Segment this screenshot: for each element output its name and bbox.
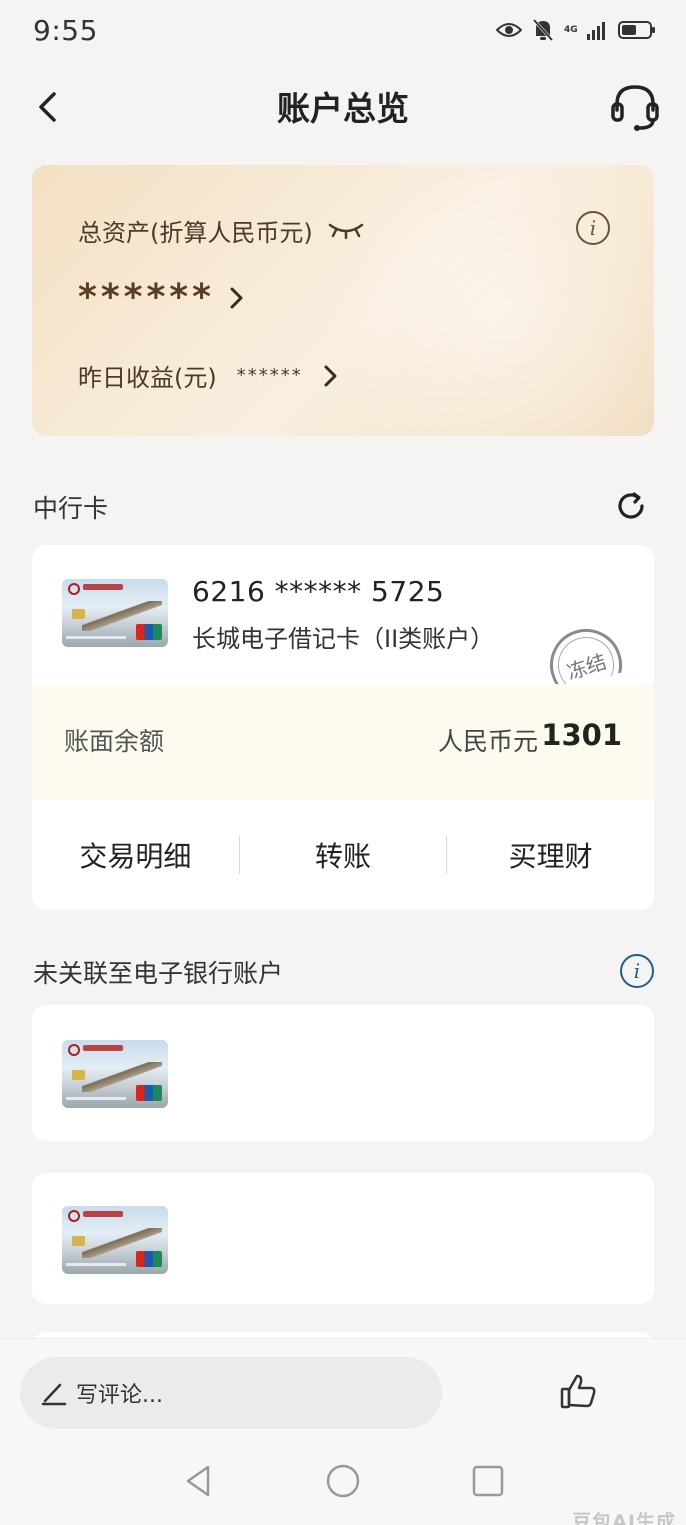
- refresh-button[interactable]: [614, 489, 648, 523]
- total-assets-card: 总资产(折算人民币元) i ****** 昨日收益(元) ******: [32, 165, 654, 436]
- unlinked-card-item[interactable]: [32, 1173, 654, 1304]
- bank-card-image: [62, 1040, 168, 1108]
- chevron-right-icon: [324, 365, 337, 386]
- triangle-back-icon: [186, 1465, 210, 1497]
- section-title-boc-card: 中行卡: [33, 494, 109, 523]
- hide-amount-toggle[interactable]: [327, 217, 365, 245]
- network-label: 4G: [564, 24, 578, 35]
- eye-icon: [496, 23, 522, 37]
- yesterday-earnings-label: 昨日收益(元): [78, 364, 217, 392]
- square-recents-icon: [472, 1465, 504, 1497]
- balance-value: 1301: [541, 718, 622, 752]
- balance-label: 账面余额: [64, 727, 165, 756]
- total-assets-label: 总资产(折算人民币元): [78, 219, 313, 247]
- customer-service-button[interactable]: [610, 82, 660, 134]
- status-icons: 4G: [496, 18, 656, 42]
- transfer-button[interactable]: 转账: [240, 835, 447, 875]
- total-assets-row: 总资产(折算人民币元): [78, 213, 365, 248]
- watermark: 豆包AI生成: [572, 1511, 676, 1525]
- page-title: 账户总览: [277, 89, 409, 128]
- comment-input[interactable]: 写评论...: [20, 1357, 442, 1429]
- closed-eye-icon: [328, 223, 363, 239]
- card-number: 6216 ****** 5725: [192, 575, 445, 608]
- debit-card-panel: 6216 ****** 5725 长城电子借记卡（II类账户） 冻结 账面余额 …: [32, 545, 654, 910]
- card-type: 长城电子借记卡（II类账户）: [192, 625, 495, 653]
- yesterday-earnings-row[interactable]: 昨日收益(元) ******: [78, 358, 339, 393]
- headset-icon: [611, 85, 659, 131]
- yesterday-earnings-value: ******: [236, 365, 303, 386]
- comment-placeholder: 写评论...: [76, 1383, 163, 1408]
- transaction-details-button[interactable]: 交易明细: [32, 835, 239, 875]
- like-button[interactable]: [558, 1371, 600, 1413]
- circle-home-icon: [326, 1464, 360, 1498]
- thumbs-up-icon: [560, 1374, 596, 1409]
- signal-icon: [587, 22, 605, 40]
- balance-currency: 人民币元: [437, 727, 538, 756]
- total-assets-value: ******: [78, 277, 215, 318]
- refresh-icon: [618, 492, 644, 519]
- unlinked-info-button[interactable]: i: [620, 954, 654, 988]
- nav-back-button[interactable]: [180, 1463, 216, 1499]
- buy-wealth-product-button[interactable]: 买理财: [447, 835, 654, 875]
- nav-recents-button[interactable]: [470, 1463, 506, 1499]
- pen-icon: [41, 1383, 67, 1406]
- section-title-unlinked: 未关联至电子银行账户: [33, 959, 284, 988]
- assets-info-button[interactable]: i: [576, 211, 610, 245]
- total-assets-value-row[interactable]: ******: [78, 277, 245, 318]
- card-actions: 交易明细 转账 买理财: [32, 800, 654, 910]
- unlinked-card-item[interactable]: [32, 1005, 654, 1141]
- chevron-right-icon: [230, 287, 243, 308]
- status-time: 9:55: [33, 14, 98, 47]
- bell-muted-icon: [532, 18, 554, 42]
- bottom-bar: 写评论... 豆包AI生成: [0, 1338, 686, 1525]
- nav-home-button[interactable]: [325, 1463, 361, 1499]
- bank-card-image: [62, 579, 168, 647]
- battery-icon: [618, 21, 655, 39]
- balance-row: 账面余额 人民币元 1301: [32, 684, 654, 800]
- bank-card-image: [62, 1206, 168, 1274]
